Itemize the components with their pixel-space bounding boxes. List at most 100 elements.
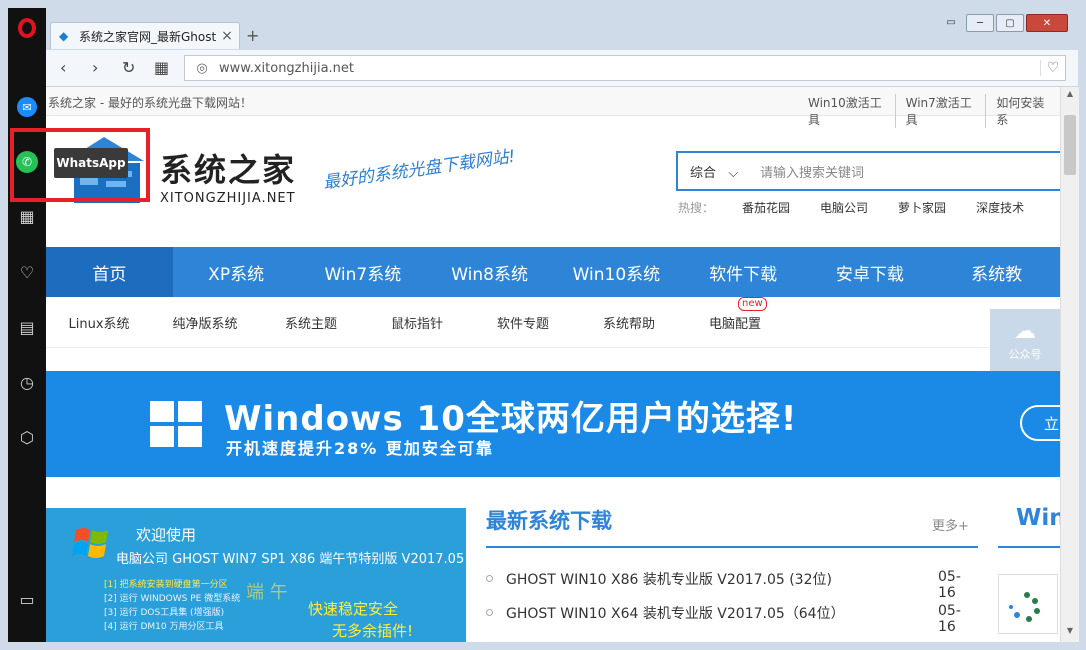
tab-bar: ◆ 系统之家官网_最新Ghost × + ▭ ─ ▢ ✕ bbox=[46, 8, 1078, 50]
site-tagline: 系统之家 - 最好的系统光盘下载网站！ bbox=[48, 96, 252, 110]
extensions-icon[interactable]: ⬡ bbox=[8, 422, 46, 452]
hot-item[interactable]: 番茄花园 bbox=[742, 199, 790, 216]
globe-icon: ◎ bbox=[196, 60, 208, 76]
sub-nav: Linux系统 纯净版系统 系统主题 鼠标指针 软件专题 系统帮助 电脑配置 ne… bbox=[46, 296, 1060, 348]
search-category-select[interactable]: 综合 ⌵ bbox=[678, 162, 760, 181]
promo-festival-text: 端 午 bbox=[246, 582, 288, 603]
scroll-up-icon[interactable]: ▲ bbox=[1061, 89, 1079, 103]
banner-subtitle: 开机速度提升28% 更加安全可靠 bbox=[226, 439, 494, 458]
window-controls: ▭ ─ ▢ ✕ bbox=[938, 14, 1068, 32]
heart-icon[interactable]: ♡ bbox=[8, 257, 46, 287]
top-links: Win10激活工具 Win7激活工具 如何安装系 bbox=[798, 94, 1060, 128]
promo-tagline-1: 快速稳定安全 bbox=[308, 600, 399, 618]
wechat-label: 公众号 bbox=[1008, 347, 1042, 361]
url-text[interactable]: www.xitongzhijia.net bbox=[219, 61, 1040, 76]
scroll-down-icon[interactable]: ▼ bbox=[1061, 626, 1079, 640]
subnav-cursor[interactable]: 鼠标指针 bbox=[364, 313, 470, 332]
subnav-theme[interactable]: 系统主题 bbox=[258, 313, 364, 332]
tab-menu-icon[interactable]: ▭ bbox=[938, 14, 964, 30]
history-icon[interactable]: ◷ bbox=[8, 367, 46, 397]
messenger-icon[interactable]: ✉ bbox=[8, 92, 46, 122]
logo-english[interactable]: XITONGZHIJIA.NET bbox=[160, 191, 296, 206]
divider bbox=[998, 546, 1060, 548]
promo-welcome: 欢迎使用 bbox=[136, 526, 197, 544]
tab-close-icon[interactable]: × bbox=[219, 28, 235, 44]
subnav-pc-config[interactable]: 电脑配置 new bbox=[682, 296, 788, 332]
banner-button[interactable]: 立 bbox=[1020, 405, 1060, 441]
subnav-linux[interactable]: Linux系统 bbox=[46, 313, 152, 332]
nav-home[interactable]: 首页 bbox=[46, 247, 173, 297]
nav-android[interactable]: 安卓下载 bbox=[807, 247, 934, 297]
nav-win8[interactable]: Win8系统 bbox=[426, 247, 553, 297]
url-field[interactable]: ◎ www.xitongzhijia.net ♡ bbox=[184, 55, 1066, 81]
download-title[interactable]: GHOST WIN10 X86 装机专业版 V2017.05 (32位) bbox=[506, 569, 832, 589]
newest-downloads: 最新系统下载 更多+ GHOST WIN10 X86 装机专业版 V2017.0… bbox=[486, 505, 978, 635]
speed-dial-icon[interactable]: ▦ bbox=[8, 201, 46, 231]
promo-step: [1] 把系统安装到硬盘第一分区 bbox=[104, 580, 228, 590]
nav-software[interactable]: 软件下载 bbox=[680, 247, 807, 297]
hot-item[interactable]: 萝卜家园 bbox=[898, 199, 946, 216]
minimize-button[interactable]: ─ bbox=[966, 14, 994, 32]
new-badge: new bbox=[738, 296, 767, 311]
windows-logo-icon bbox=[150, 401, 204, 449]
more-link[interactable]: 更多+ bbox=[932, 515, 969, 534]
promo-steps: [1] 把系统安装到硬盘第一分区 [2] 运行 WINDOWS PE 微型系统 … bbox=[104, 578, 240, 634]
reload-button[interactable]: ↻ bbox=[122, 58, 135, 77]
top-link-win10-activation[interactable]: Win10激活工具 bbox=[798, 94, 895, 128]
hot-item[interactable]: 电脑公司 bbox=[820, 199, 868, 216]
nav-win10[interactable]: Win10系统 bbox=[553, 247, 680, 297]
download-date: 05-16 bbox=[938, 569, 961, 601]
search-box[interactable]: 综合 ⌵ 请输入搜索关键词 bbox=[676, 151, 1060, 191]
bookmark-heart-icon[interactable]: ♡ bbox=[1040, 60, 1065, 76]
scrollbar-thumb[interactable] bbox=[1064, 115, 1076, 175]
download-title[interactable]: GHOST WIN10 X64 装机专业版 V2017.05（64位） bbox=[506, 603, 845, 623]
web-page: 系统之家 - 最好的系统光盘下载网站！ Win10激活工具 Win7激活工具 如… bbox=[46, 87, 1060, 642]
nav-win7[interactable]: Win7系统 bbox=[300, 247, 427, 297]
banner-title: Windows 10全球两亿用户的选择! bbox=[224, 399, 798, 439]
speed-dial-button[interactable]: ▦ bbox=[154, 58, 169, 77]
logo-chinese[interactable]: 系统之家 bbox=[160, 145, 296, 191]
subnav-pure[interactable]: 纯净版系统 bbox=[152, 313, 258, 332]
hot-item[interactable]: 深度技术 bbox=[976, 199, 1024, 216]
newest-heading: 最新系统下载 bbox=[486, 509, 612, 533]
hot-searches: 热搜： 番茄花园 电脑公司 萝卜家园 深度技术 bbox=[678, 199, 1054, 216]
slogan: 最好的系统光盘下载网站! bbox=[321, 146, 517, 194]
promo-step: [2] 运行 WINDOWS PE 微型系统 bbox=[104, 594, 241, 604]
promo-step: [4] 运行 DM10 万用分区工具 bbox=[104, 622, 224, 632]
forward-button[interactable]: › bbox=[92, 58, 98, 77]
bullet-icon bbox=[486, 575, 493, 582]
sidebar-toggle-icon[interactable]: ▭ bbox=[8, 584, 46, 614]
nav-tutorial[interactable]: 系统教 bbox=[933, 247, 1060, 297]
opera-sidebar: ✉ ✆ ▦ ♡ ▤ ◷ ⬡ ▭ bbox=[8, 8, 46, 642]
wechat-widget[interactable]: ☁ 公众号 bbox=[990, 309, 1060, 371]
promo-image[interactable]: 欢迎使用 电脑公司 GHOST WIN7 SP1 X86 端午节特别版 V201… bbox=[46, 508, 466, 642]
nav-xp[interactable]: XP系统 bbox=[173, 247, 300, 297]
promo-tagline-2: 无多余插件! bbox=[332, 622, 414, 640]
address-bar: ‹ › ↻ ▦ ◎ www.xitongzhijia.net ♡ bbox=[46, 50, 1078, 87]
wechat-icon: ☁ bbox=[1014, 318, 1036, 344]
tab-title: 系统之家官网_最新Ghost bbox=[79, 29, 217, 44]
top-link-win7-activation[interactable]: Win7激活工具 bbox=[894, 94, 986, 128]
win10-banner[interactable]: Windows 10全球两亿用户的选择! 开机速度提升28% 更加安全可靠 立 bbox=[46, 371, 1060, 477]
back-button[interactable]: ‹ bbox=[60, 58, 66, 77]
thumbnail-image[interactable] bbox=[998, 574, 1058, 634]
top-link-install[interactable]: 如何安装系 bbox=[985, 94, 1060, 128]
search-input[interactable]: 请输入搜索关键词 bbox=[760, 162, 864, 181]
highlight-box bbox=[10, 128, 150, 202]
windows-flag-icon bbox=[72, 528, 108, 558]
subnav-topics[interactable]: 软件专题 bbox=[470, 313, 576, 332]
opera-logo[interactable] bbox=[18, 18, 36, 38]
top-strip: 系统之家 - 最好的系统光盘下载网站！ Win10激活工具 Win7激活工具 如… bbox=[46, 87, 1060, 128]
news-icon[interactable]: ▤ bbox=[8, 312, 46, 342]
new-tab-button[interactable]: + bbox=[246, 26, 259, 45]
win-section-heading: Win bbox=[1016, 505, 1060, 531]
chevron-down-icon: ⌵ bbox=[728, 165, 739, 181]
tab-active[interactable]: ◆ 系统之家官网_最新Ghost × bbox=[50, 22, 240, 49]
maximize-button[interactable]: ▢ bbox=[996, 14, 1024, 32]
subnav-help[interactable]: 系统帮助 bbox=[576, 313, 682, 332]
download-date: 05-16 bbox=[938, 603, 961, 635]
close-button[interactable]: ✕ bbox=[1026, 14, 1068, 32]
page-scrollbar[interactable]: ▲ ▼ bbox=[1060, 87, 1079, 642]
promo-step: [3] 运行 DOS工具集 (增强版) bbox=[104, 608, 225, 618]
promo-title: 电脑公司 GHOST WIN7 SP1 X86 端午节特别版 V2017.05 bbox=[116, 552, 465, 567]
